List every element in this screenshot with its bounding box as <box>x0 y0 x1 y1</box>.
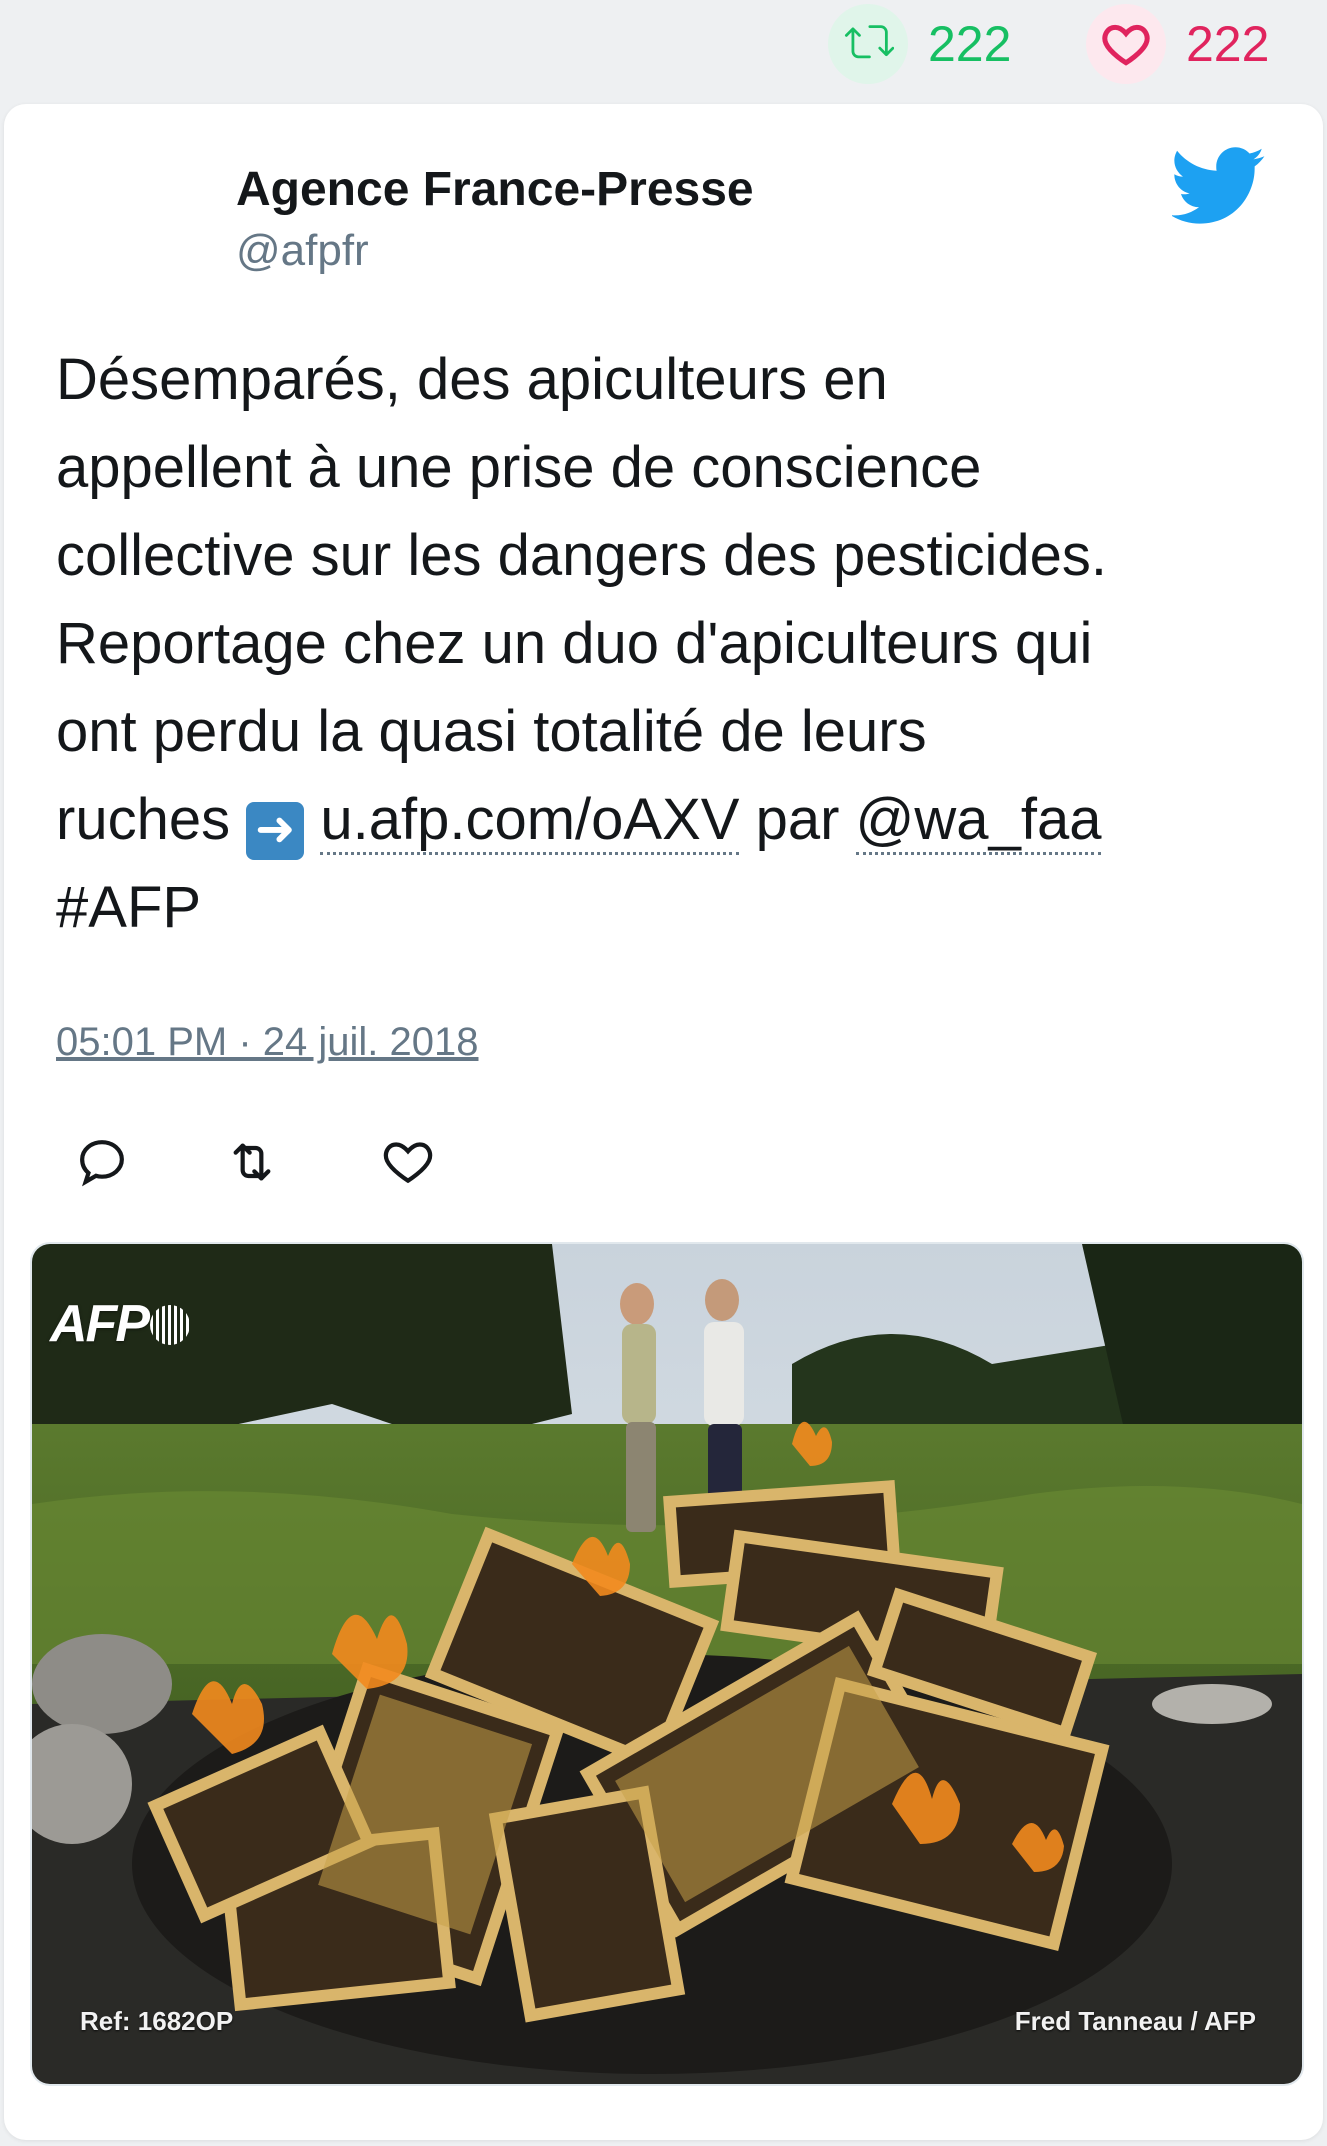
tweet-link[interactable]: u.afp.com/oAXV <box>320 787 740 855</box>
photo-image <box>32 1244 1302 2084</box>
tweet-line: appellent à une prise de conscience <box>56 435 982 500</box>
tweet-text: Désemparés, des apiculteurs en appellent… <box>56 336 1286 952</box>
author-handle[interactable]: @afpfr <box>236 226 369 276</box>
author-name[interactable]: Agence France-Presse <box>236 162 754 217</box>
tweet-line: ruches ➜ u.afp.com/oAXV par @wa_faa <box>56 776 1286 864</box>
tweet-line: collective sur les dangers des pesticide… <box>56 523 1107 588</box>
retweet-count: 222 <box>928 16 1012 72</box>
retweet-stat[interactable]: 222 <box>828 4 1011 84</box>
tweet-timestamp[interactable]: 05:01 PM · 24 juil. 2018 <box>56 1020 478 1065</box>
retweet-icon[interactable] <box>224 1134 280 1190</box>
tweet-line: ont perdu la quasi totalité de leurs <box>56 699 927 764</box>
tweet-word: par <box>755 787 840 852</box>
tweet-line: Reportage chez un duo d'apiculteurs qui <box>56 611 1093 676</box>
mention-link[interactable]: @wa_faa <box>855 787 1102 855</box>
top-stats-bar: 222 222 <box>0 0 1327 100</box>
like-stat[interactable]: 222 <box>1086 4 1269 84</box>
heart-icon[interactable] <box>1086 4 1166 84</box>
globe-icon <box>150 1305 190 1345</box>
like-icon[interactable] <box>380 1134 436 1190</box>
tweet-card: Agence France-Presse @afpfr Désemparés, … <box>4 104 1323 2140</box>
arrow-right-icon: ➜ <box>246 802 305 860</box>
twitter-bird-icon[interactable] <box>1170 146 1266 226</box>
afp-logo-text: AFP <box>50 1295 150 1353</box>
reply-icon[interactable] <box>74 1134 130 1190</box>
retweet-icon[interactable] <box>828 4 908 84</box>
like-count: 222 <box>1186 16 1270 72</box>
tweet-line: Désemparés, des apiculteurs en <box>56 347 888 412</box>
afp-logo: AFP <box>50 1294 190 1354</box>
tweet-word: ruches <box>56 787 231 852</box>
photo-credit: Fred Tanneau / AFP <box>1014 2006 1256 2036</box>
hashtag-link[interactable]: #AFP <box>56 864 1286 952</box>
photo-ref: Ref: 1682OP <box>80 2006 234 2036</box>
tweet-photo[interactable]: AFP Ref: 1682OP Fred Tanneau / AFP <box>30 1242 1304 2086</box>
